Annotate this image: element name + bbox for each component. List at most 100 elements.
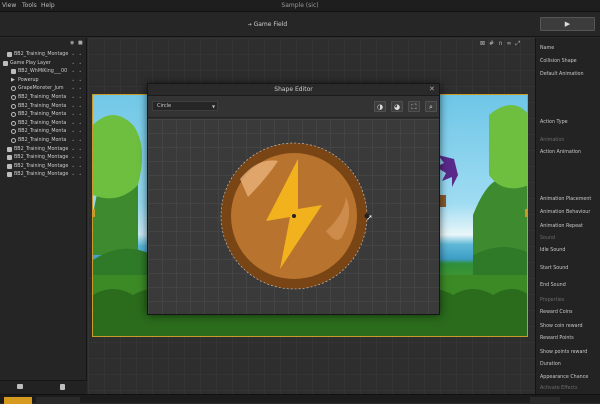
- property-item: Reward Coins: [540, 310, 573, 315]
- lock-toggle-icon[interactable]: •: [79, 112, 81, 117]
- property-item: Animation Repeat: [540, 224, 583, 229]
- property-item: Duration: [540, 362, 561, 367]
- visibility-toggle-icon[interactable]: •: [72, 86, 74, 91]
- property-section-header[interactable]: Properties: [540, 298, 564, 303]
- expand-icon[interactable]: ⤢: [515, 40, 524, 47]
- layer-item-label: BB2_WhMiKing___00: [18, 69, 68, 75]
- layer-item[interactable]: BB2_Training_Monta • •: [0, 137, 86, 145]
- dialog-title: Shape Editor: [148, 84, 439, 96]
- layer-item[interactable]: BB2_Training_Montage • •: [0, 154, 86, 162]
- visibility-toggle-icon[interactable]: •: [72, 164, 74, 169]
- lock-toggle-icon[interactable]: •: [79, 164, 81, 169]
- user-layer-icon: [3, 60, 8, 66]
- visibility-toggle-icon[interactable]: •: [72, 138, 74, 143]
- visibility-toggle-icon[interactable]: •: [72, 95, 74, 100]
- layer-item-label: BB2_Training_Montage: [14, 172, 69, 178]
- play-icon: ▶: [564, 20, 571, 28]
- layer-item[interactable]: BB2_Training_Monta • •: [0, 120, 86, 128]
- shape-tool-button[interactable]: ◑: [374, 101, 386, 112]
- layer-item[interactable]: BB2_Training_Monta • •: [0, 111, 86, 119]
- folder-icon[interactable]: [17, 384, 23, 389]
- layer-item[interactable]: GrapeMonster_Jum • •: [0, 85, 86, 93]
- resize-handle-right[interactable]: [525, 209, 527, 217]
- layer-item[interactable]: BB2_Training_Montage • •: [0, 146, 86, 154]
- scene-title: ➔ Game Field: [0, 21, 535, 28]
- shape-type-select[interactable]: Circle ▼: [152, 101, 218, 111]
- play-button[interactable]: ▶: [540, 17, 595, 31]
- lock-toggle-icon[interactable]: •: [79, 147, 81, 152]
- lock-toggle-icon[interactable]: •: [79, 86, 81, 91]
- layer-item[interactable]: BB2_Training_Montage • •: [0, 51, 86, 59]
- visibility-toggle-icon[interactable]: •: [72, 121, 74, 126]
- eye-icon[interactable]: ◉: [70, 40, 74, 46]
- resize-handle-left[interactable]: [93, 209, 95, 217]
- lock-toggle-icon[interactable]: •: [79, 61, 81, 66]
- visibility-toggle-icon[interactable]: •: [72, 129, 74, 134]
- shape-canvas[interactable]: ➚: [148, 119, 439, 314]
- visibility-toggle-icon[interactable]: •: [72, 52, 74, 57]
- layer-item-label: BB2_Training_Monta: [18, 120, 67, 126]
- fit-button[interactable]: ⛶: [408, 101, 420, 112]
- lock-toggle-icon[interactable]: •: [79, 138, 81, 143]
- circle-icon: [11, 95, 16, 100]
- visibility-toggle-icon[interactable]: •: [72, 147, 74, 152]
- lock-toggle-icon[interactable]: •: [79, 121, 81, 126]
- lock-toggle-icon[interactable]: •: [79, 104, 81, 109]
- layer-item[interactable]: BB2_Training_Monta • •: [0, 128, 86, 136]
- layer-item[interactable]: Game Play Layer • •: [0, 60, 86, 68]
- image-icon: [11, 69, 16, 75]
- fill-tool-button[interactable]: ◕: [391, 101, 403, 112]
- menu-bar: View Tools Help Sample (sic): [0, 0, 600, 12]
- lock-toggle-icon[interactable]: •: [79, 52, 81, 57]
- circle-icon: [11, 120, 16, 126]
- property-item: Default Animation: [540, 72, 584, 77]
- layer-panel: ◉ ■ BB2_Training_Montage • • Game Play Laye…: [0, 38, 87, 394]
- property-item: Name: [540, 46, 555, 51]
- visibility-toggle-icon[interactable]: •: [72, 78, 74, 83]
- layer-item[interactable]: ▶ Powerup • •: [0, 77, 86, 85]
- lock-toggle-icon[interactable]: •: [79, 172, 81, 177]
- zoom-button[interactable]: ⌕: [425, 101, 437, 112]
- layer-panel-header: ◉ ■: [0, 38, 86, 48]
- property-section-header[interactable]: Animation: [540, 138, 564, 143]
- trash-icon[interactable]: [60, 384, 65, 390]
- lock-toggle-icon[interactable]: •: [79, 155, 81, 160]
- property-item: Show points reward: [540, 350, 588, 355]
- layer-item-label: BB2_Training_Monta: [18, 95, 67, 100]
- lock-toggle-icon[interactable]: •: [79, 129, 81, 134]
- layer-item[interactable]: BB2_Training_Montage • •: [0, 163, 86, 171]
- circle-icon: [11, 138, 16, 143]
- layer-item[interactable]: BB2_WhMiKing___00 • •: [0, 68, 86, 76]
- circle-icon: [11, 86, 16, 92]
- lock-icon[interactable]: ■: [78, 40, 83, 46]
- property-item: Idle Sound: [540, 248, 566, 253]
- layer-item-label: BB2_Training_Montage: [14, 163, 69, 169]
- circle-icon: [11, 103, 16, 109]
- grid-icon[interactable]: #: [489, 40, 498, 47]
- property-item: Appearance Chance: [540, 375, 589, 380]
- visibility-toggle-icon[interactable]: •: [72, 172, 74, 177]
- lock-toggle-icon[interactable]: •: [79, 69, 81, 74]
- layer-item-label: Game Play Layer: [10, 60, 51, 66]
- scene-title-label: Game Field: [253, 21, 288, 28]
- layer-item-label: BB2_Training_Montage: [14, 52, 69, 57]
- coin-sprite: [220, 142, 370, 290]
- visibility-toggle-icon[interactable]: •: [72, 155, 74, 160]
- property-section-header[interactable]: Activate Effects: [540, 386, 578, 391]
- caret-down-icon: ▼: [212, 104, 216, 109]
- layer-item[interactable]: BB2_Training_Monta • •: [0, 103, 86, 111]
- visibility-toggle-icon[interactable]: •: [72, 61, 74, 66]
- lock-toggle-icon[interactable]: •: [79, 95, 81, 100]
- layer-item[interactable]: BB2_Training_Montage • •: [0, 171, 86, 179]
- visibility-toggle-icon[interactable]: •: [72, 112, 74, 117]
- property-section-header[interactable]: Sound: [540, 236, 555, 241]
- visibility-toggle-icon[interactable]: •: [72, 69, 74, 74]
- dialog-toolbar: Circle ▼ ◑ ◕ ⛶ ⌕: [148, 96, 439, 118]
- close-icon[interactable]: ✕: [429, 85, 435, 93]
- lock-toggle-icon[interactable]: •: [79, 78, 81, 83]
- circle-icon: [11, 129, 16, 135]
- visibility-toggle-icon[interactable]: •: [72, 104, 74, 109]
- layer-item[interactable]: BB2_Training_Monta • •: [0, 94, 86, 102]
- properties-panel: Name Collision Shape Default Animation Acti…: [535, 38, 600, 402]
- crop-icon[interactable]: ⊠: [480, 40, 489, 47]
